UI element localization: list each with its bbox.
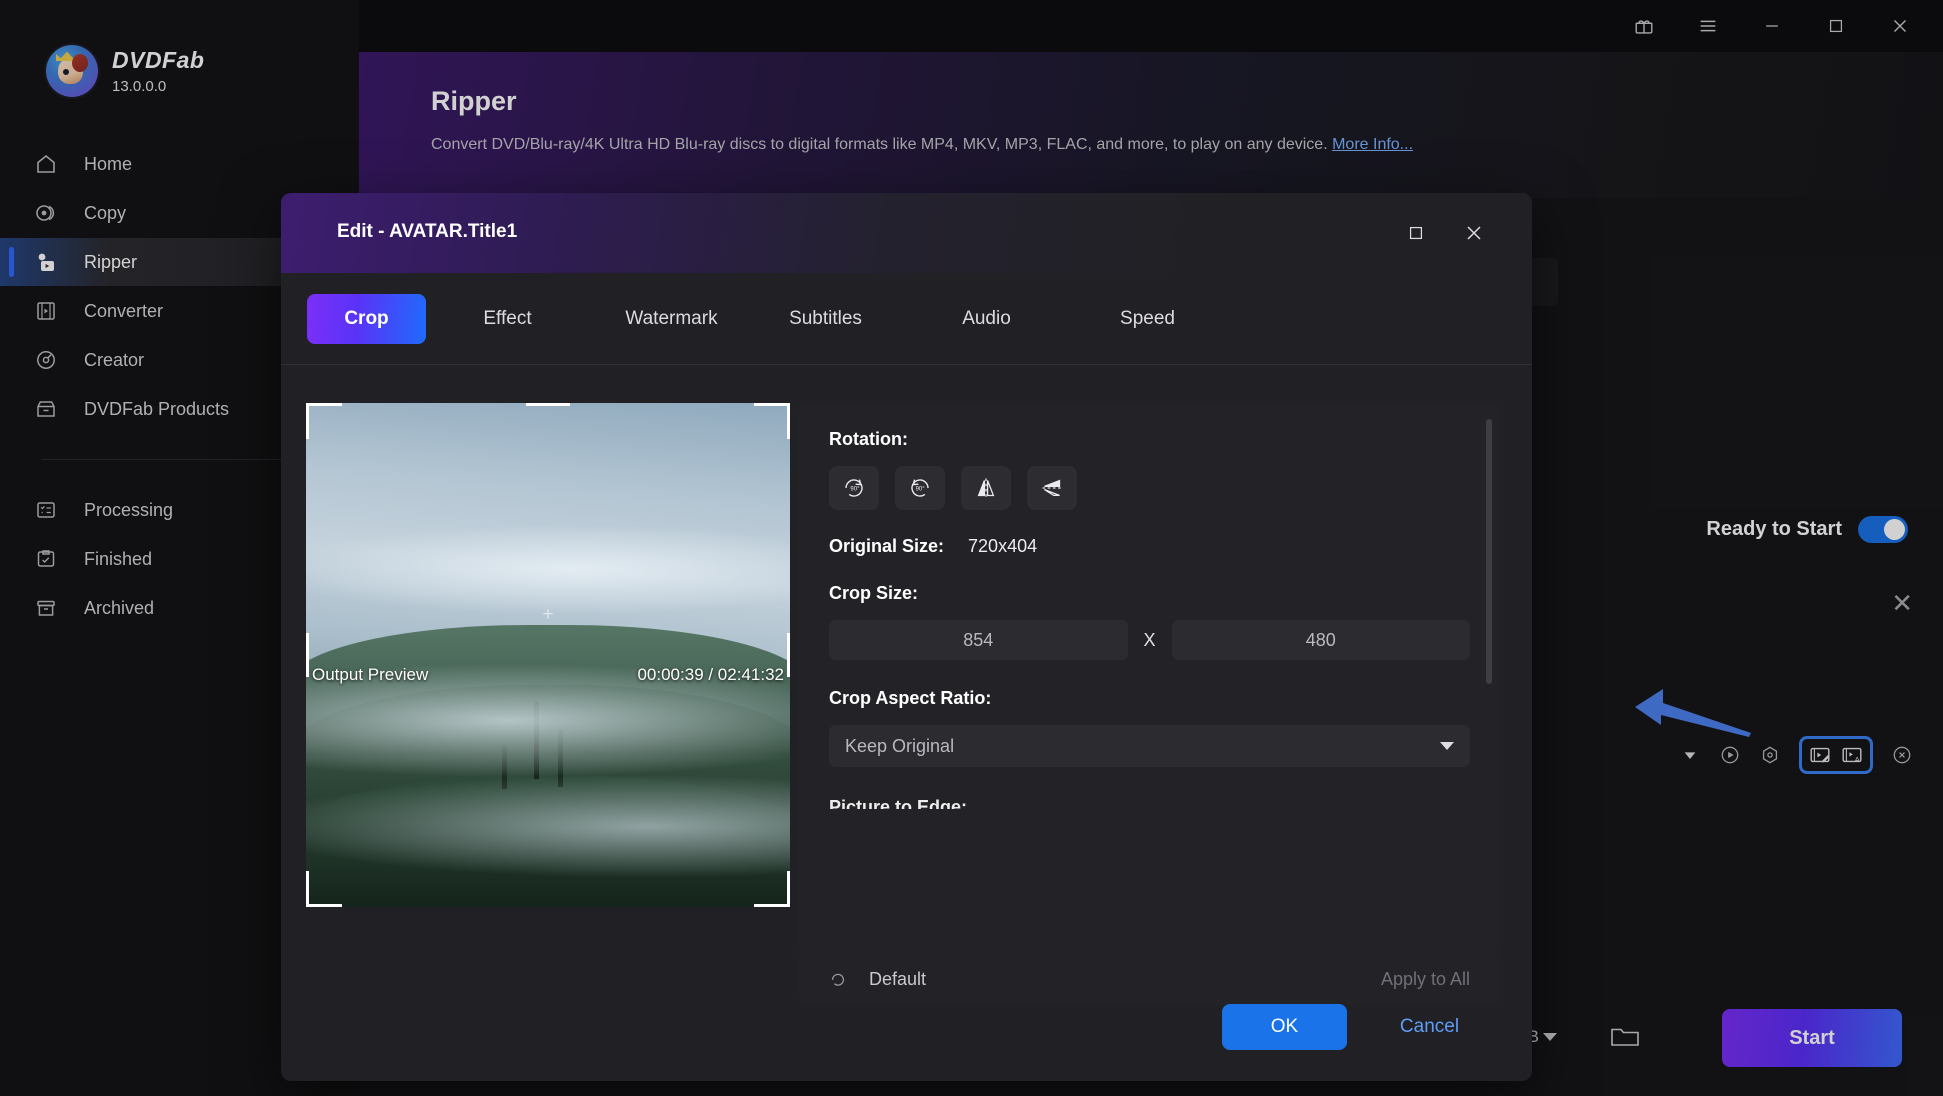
svg-text:90°: 90°	[916, 486, 926, 492]
crop-aspect-ratio-value: Keep Original	[845, 735, 955, 756]
maximize-icon[interactable]	[1398, 215, 1434, 251]
crop-settings-panel: Rotation: 90° 90° Original Size: 720x404…	[799, 403, 1500, 953]
tab-label: Effect	[483, 307, 532, 329]
crop-handle-top-right[interactable]	[754, 403, 790, 406]
cancel-button-label: Cancel	[1399, 1016, 1460, 1037]
tab-label: Audio	[962, 307, 1011, 329]
crop-height-input[interactable]: 480	[1171, 620, 1471, 660]
crop-handle-bottom-right[interactable]	[787, 871, 790, 907]
cancel-button[interactable]: Cancel	[1367, 1004, 1492, 1050]
crop-size-inputs: 854 X 480	[829, 620, 1471, 660]
crop-handle-top-right[interactable]	[787, 403, 790, 439]
tab-label: Watermark	[625, 307, 718, 329]
preview-info-bar: Output Preview 00:00:39 / 02:41:32	[306, 653, 790, 697]
settings-scrollbar-thumb[interactable]	[1486, 419, 1492, 684]
tab-label: Subtitles	[789, 307, 862, 329]
crop-aspect-ratio-select[interactable]: Keep Original	[829, 725, 1470, 767]
tab-watermark[interactable]: Watermark	[612, 294, 731, 344]
output-preview-label: Output Preview	[312, 665, 429, 684]
flip-horizontal-icon[interactable]	[961, 466, 1011, 510]
crop-handle-bottom-left[interactable]	[306, 904, 342, 907]
chevron-down-icon[interactable]	[1440, 742, 1454, 750]
preview-timecode: 00:00:39 / 02:41:32	[637, 665, 784, 684]
crop-size-separator: X	[1143, 629, 1156, 650]
tab-effect[interactable]: Effect	[448, 294, 567, 344]
preview-mist	[306, 523, 790, 615]
original-size-label: Original Size:	[829, 536, 945, 556]
svg-text:90°: 90°	[850, 486, 860, 492]
tab-crop[interactable]: Crop	[307, 293, 426, 344]
crop-width-input[interactable]: 854	[829, 620, 1128, 660]
crop-handle-top-left[interactable]	[306, 403, 309, 439]
crop-handle-bottom-left[interactable]	[306, 871, 309, 907]
rotation-buttons: 90° 90°	[829, 466, 1470, 510]
dialog-title: Edit - AVATAR.Title1	[337, 221, 518, 242]
tab-audio[interactable]: Audio	[927, 294, 1046, 344]
preview-mist	[306, 775, 790, 877]
edit-dialog: Edit - AVATAR.Title1 Crop Effect Waterma…	[281, 193, 1532, 1081]
picture-to-edge-label: Picture to Edge:	[829, 797, 968, 809]
rotate-right-90-icon[interactable]: 90°	[829, 466, 879, 510]
original-size-value: 720x404	[968, 536, 1038, 556]
tab-subtitles[interactable]: Subtitles	[766, 294, 885, 344]
rotate-left-90-icon[interactable]: 90°	[895, 466, 945, 510]
crop-aspect-ratio-label: Crop Aspect Ratio:	[829, 688, 992, 708]
rotation-label: Rotation:	[829, 429, 908, 449]
original-size-row: Original Size: 720x404	[829, 536, 1470, 557]
crop-handle-top-left[interactable]	[306, 403, 342, 406]
crop-handle-bottom-right[interactable]	[754, 904, 790, 907]
dialog-actions: OK Cancel	[281, 973, 1532, 1081]
dialog-body: + Output Preview 00:00:39 / 02:41:32 Rot…	[281, 365, 1532, 1005]
crosshair-move-icon[interactable]: +	[540, 605, 556, 624]
tab-speed[interactable]: Speed	[1088, 294, 1207, 344]
crop-size-label: Crop Size:	[829, 583, 919, 603]
ok-button-label: OK	[1270, 1016, 1299, 1037]
ok-button[interactable]: OK	[1222, 1004, 1347, 1050]
tab-label: Speed	[1120, 307, 1175, 329]
dialog-tabs: Crop Effect Watermark Subtitles Audio Sp…	[281, 273, 1532, 365]
crop-handle-top-middle[interactable]	[526, 403, 570, 406]
dialog-header: Edit - AVATAR.Title1	[281, 193, 1532, 273]
close-icon[interactable]	[1456, 215, 1492, 251]
flip-vertical-icon[interactable]	[1027, 466, 1077, 510]
tab-label: Crop	[344, 307, 389, 329]
